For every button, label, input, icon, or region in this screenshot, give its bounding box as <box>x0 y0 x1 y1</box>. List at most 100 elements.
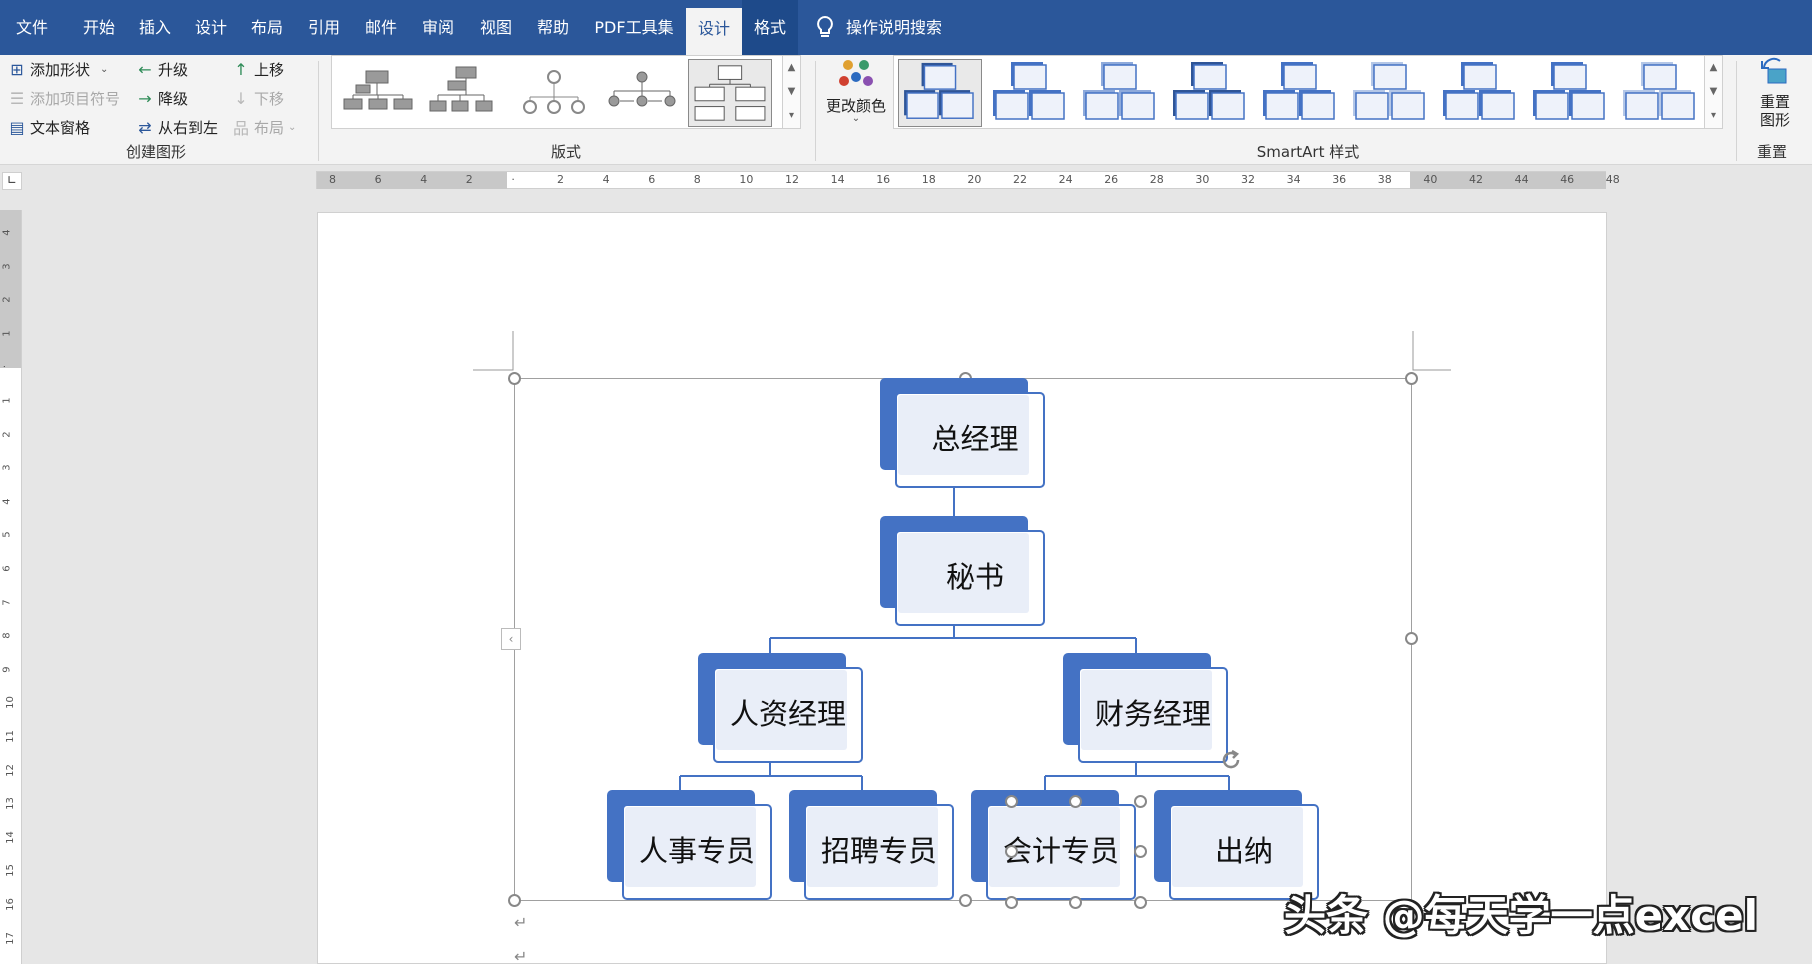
layout-thumb-circle-picture[interactable] <box>600 59 684 127</box>
right-to-left-label: 从右到左 <box>158 118 219 137</box>
change-colors-button[interactable]: 更改颜色 ⌄ <box>822 55 890 135</box>
layout-dropdown-button[interactable]: 品 布局 ⌄ <box>232 113 296 141</box>
right-to-left-button[interactable]: ⇄ 从右到左 <box>136 113 218 141</box>
tab-design-doc[interactable]: 设计 <box>184 0 238 55</box>
smartart-style-thumb[interactable] <box>1258 59 1342 127</box>
tab-help[interactable]: 帮助 <box>526 0 580 55</box>
node-resize-handle[interactable] <box>1134 896 1147 909</box>
smartart-style-thumb[interactable] <box>1168 59 1252 127</box>
smartart-style-thumb[interactable] <box>1528 59 1612 127</box>
horizontal-ruler[interactable]: 8 6 4 2 · 2 4 6 8 10 12 14 16 18 20 22 24 26 28 30 32 34 36 38 4… <box>316 171 1620 189</box>
add-bullet-button[interactable]: ☰ 添加项目符号 <box>8 84 120 112</box>
ruler-tick-label: 7 <box>1 598 13 606</box>
ruler-tick-label: 3 <box>1 464 13 471</box>
paragraph-mark-icon: ↵ <box>514 913 528 932</box>
node-resize-handle[interactable] <box>1134 845 1147 858</box>
node-resize-handle[interactable] <box>1005 845 1018 858</box>
ruler-tick-label: 8 <box>329 173 336 186</box>
node-resize-handle[interactable] <box>1069 795 1082 808</box>
styles-gallery-scroll[interactable]: ▲ ▼ ▾ <box>1704 56 1722 128</box>
word-window: 文件 开始 插入 设计 布局 引用 邮件 审阅 视图 帮助 PDF工具集 设计 … <box>0 0 1812 964</box>
layout-gallery-scroll[interactable]: ▲ ▼ ▾ <box>782 56 800 128</box>
document-page[interactable]: ‹ 总经理 秘书 人资经理 财务经理 人事专员 招聘专员 会计专员 出纳 ↵ ↵ <box>317 212 1607 964</box>
tab-review[interactable]: 审阅 <box>411 0 465 55</box>
scroll-down-icon[interactable]: ▼ <box>783 80 800 104</box>
gallery-expand-icon[interactable]: ▾ <box>783 104 800 128</box>
menu-bar: 文件 开始 插入 设计 布局 引用 邮件 审阅 视图 帮助 PDF工具集 设计 … <box>0 0 1812 55</box>
create-graphic-group-label: 创建图形 <box>125 143 186 161</box>
ruler-tick-label: 40 <box>1423 173 1438 186</box>
ruler-tick-label: 38 <box>1377 173 1392 186</box>
node-label: 出纳 <box>1214 834 1273 868</box>
styles-group-label: SmartArt 样式 <box>1256 143 1360 161</box>
chevron-down-icon: ⌄ <box>100 63 109 75</box>
node-label: 人资经理 <box>729 697 846 731</box>
text-pane-button[interactable]: ▤ 文本窗格 <box>8 113 90 141</box>
node-label: 秘书 <box>945 560 1004 594</box>
node-label: 人事专员 <box>638 834 755 868</box>
add-shape-button[interactable]: ⊞ 添加形状 ⌄ <box>8 55 108 83</box>
tab-layout[interactable]: 布局 <box>240 0 294 55</box>
smartart-style-thumb[interactable] <box>898 59 982 127</box>
scroll-up-icon[interactable]: ▲ <box>1705 56 1722 80</box>
ruler-tick-label: 14 <box>4 830 16 844</box>
ruler-tick-label: 30 <box>1195 173 1210 186</box>
ruler-tick-label: 6 <box>648 173 656 186</box>
ruler-tick-label: 14 <box>830 173 845 186</box>
move-up-button[interactable]: ↑ 上移 <box>232 55 284 83</box>
tab-pdf-tools[interactable]: PDF工具集 <box>584 0 684 55</box>
move-down-label: 下移 <box>254 89 285 108</box>
ruler-tick-label: 6 <box>1 565 13 572</box>
vertical-ruler[interactable]: 4 3 2 1 · 1 2 3 4 5 6 7 8 9 10 11 12 13 14 15 16 17 <box>0 210 22 964</box>
scroll-down-icon[interactable]: ▼ <box>1705 80 1722 104</box>
promote-button[interactable]: ← 升级 <box>136 55 188 83</box>
ruler-tick-label: 15 <box>4 864 16 878</box>
tab-stop-selector[interactable]: ∟ <box>2 172 22 190</box>
smartart-style-thumb[interactable] <box>1618 59 1702 127</box>
node-resize-handle[interactable] <box>1069 896 1082 909</box>
group-divider <box>815 61 816 161</box>
smartart-style-thumb[interactable] <box>1438 59 1522 127</box>
layout-thumb-org-chart[interactable] <box>336 59 420 127</box>
ruler-tick-label: 11 <box>4 730 16 743</box>
move-up-label: 上移 <box>254 60 285 79</box>
layout-thumb-name-title[interactable] <box>424 59 508 127</box>
smartart-styles-gallery: ▲ ▼ ▾ <box>893 55 1723 129</box>
gallery-expand-icon[interactable]: ▾ <box>1705 104 1722 128</box>
ruler-tick-label: 32 <box>1241 173 1255 186</box>
rotate-handle-icon[interactable] <box>1218 747 1244 773</box>
tab-smartart-design[interactable]: 设计 <box>686 8 742 55</box>
promote-label: 升级 <box>158 60 189 79</box>
ruler-tick-label: · <box>511 173 515 186</box>
node-label: 财务经理 <box>1094 697 1211 731</box>
smartart-style-thumb[interactable] <box>1078 59 1162 127</box>
ruler-tick-label: 42 <box>1469 173 1483 186</box>
node-resize-handle[interactable] <box>1005 896 1018 909</box>
tab-file[interactable]: 文件 <box>0 0 64 55</box>
add-shape-label: 添加形状 <box>30 60 91 79</box>
reset-graphic-button[interactable]: 重置图形 <box>1746 55 1804 135</box>
node-resize-handle[interactable] <box>1134 795 1147 808</box>
reset-graphic-icon <box>1761 57 1787 84</box>
swap-arrows-icon: ⇄ <box>138 117 152 137</box>
tab-references[interactable]: 引用 <box>297 0 351 55</box>
ruler-tick-label: 4 <box>1 498 13 505</box>
arrow-down-icon: ↓ <box>234 88 248 108</box>
node-resize-handle[interactable] <box>1005 795 1018 808</box>
smartart-style-thumb[interactable] <box>988 59 1072 127</box>
tab-mailings[interactable]: 邮件 <box>354 0 408 55</box>
tab-view[interactable]: 视图 <box>469 0 523 55</box>
scroll-up-icon[interactable]: ▲ <box>783 56 800 80</box>
ruler-tick-label: 24 <box>1058 173 1073 186</box>
tab-home[interactable]: 开始 <box>72 0 126 55</box>
ruler-tick-label: 8 <box>1 632 13 639</box>
smartart-style-thumb[interactable] <box>1348 59 1432 127</box>
tab-format[interactable]: 格式 <box>742 0 798 55</box>
move-down-button[interactable]: ↓ 下移 <box>232 84 284 112</box>
layout-thumb-hierarchy-selected[interactable] <box>688 59 772 127</box>
demote-button[interactable]: → 降级 <box>136 84 188 112</box>
ruler-tick-label: 1 <box>1 397 13 404</box>
layout-thumb-half-circle[interactable] <box>512 59 596 127</box>
tell-me-search[interactable]: 操作说明搜索 <box>846 0 956 55</box>
tab-insert[interactable]: 插入 <box>128 0 182 55</box>
